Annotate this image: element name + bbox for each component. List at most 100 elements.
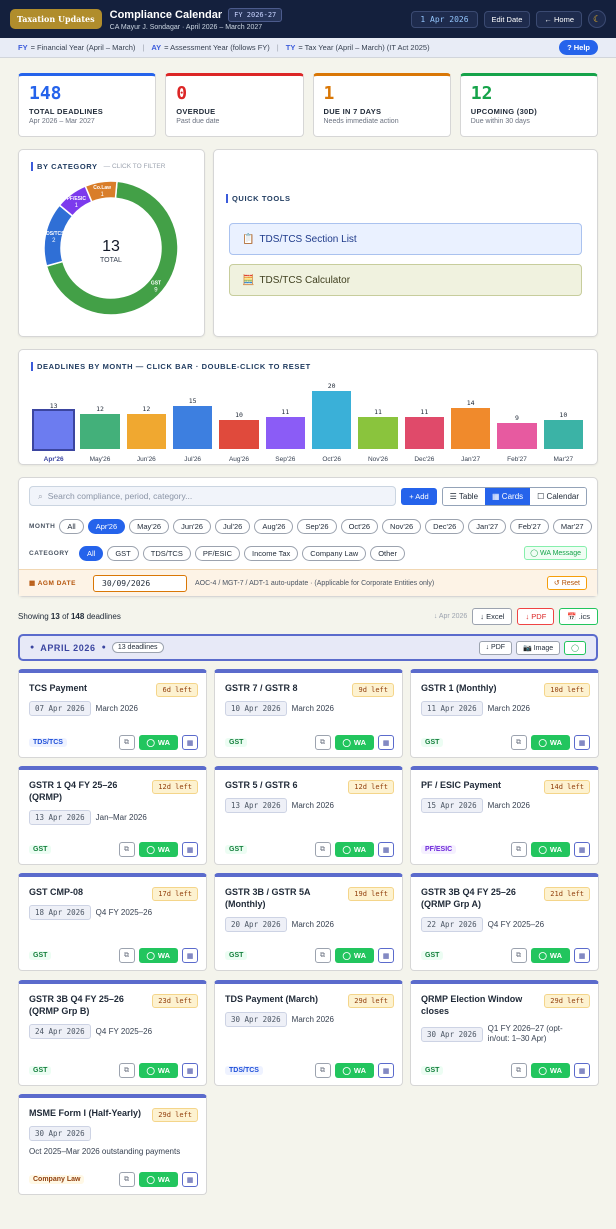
whatsapp-share-button[interactable]: ◯ WA	[138, 735, 178, 750]
month-chip[interactable]: All	[59, 518, 84, 534]
category-donut-chart[interactable]: GST9TDS/TCS2PF/ESIC1Co.Law113TOTAL	[31, 173, 194, 323]
deadline-card[interactable]: GSTR 1 Q4 FY 25–26 (QRMP) 12d left 13 Apr …	[18, 766, 207, 865]
month-chip[interactable]: Nov'26	[382, 518, 422, 534]
deadline-card[interactable]: QRMP Election Window closes 29d left 30 Ap…	[410, 980, 599, 1086]
export-ics-button[interactable]: 📅 .ics	[559, 607, 598, 625]
whatsapp-share-button[interactable]: ◯ WA	[334, 735, 374, 750]
month-bar[interactable]	[358, 417, 398, 449]
calendar-icon[interactable]: ▦	[378, 842, 394, 857]
kpi-overdue[interactable]: 0 OVERDUE Past due date	[165, 73, 304, 137]
deadline-card[interactable]: GSTR 5 / GSTR 6 12d left 13 Apr 2026 March …	[214, 766, 403, 865]
whatsapp-share-button[interactable]: ◯ WA	[138, 1172, 178, 1187]
copy-icon[interactable]: ⧉	[118, 1063, 135, 1078]
category-chip[interactable]: PF/ESIC	[194, 545, 241, 561]
deadline-card[interactable]: GSTR 1 (Monthly) 10d left 11 Apr 2026 March…	[410, 669, 599, 758]
calendar-icon[interactable]: ▦	[378, 735, 394, 750]
calendar-view-button[interactable]: ☐ Calendar	[530, 487, 586, 505]
deadline-card[interactable]: TCS Payment 6d left 07 Apr 2026 March 2026 T…	[18, 669, 207, 758]
search-input[interactable]: ⌕ Search compliance, period, category...	[29, 486, 397, 506]
table-view-button[interactable]: ☰ Table	[442, 487, 486, 505]
calendar-icon[interactable]: ▦	[182, 948, 198, 963]
month-bar[interactable]	[126, 414, 166, 449]
month-chip[interactable]: Dec'26	[425, 518, 465, 534]
month-bar[interactable]	[219, 420, 259, 449]
copy-icon[interactable]: ⧉	[510, 735, 527, 750]
copy-icon[interactable]: ⧉	[118, 1172, 135, 1187]
calendar-icon[interactable]: ▦	[182, 1172, 198, 1187]
deadline-card[interactable]: TDS Payment (March) 29d left 30 Apr 2026 Ma…	[214, 980, 403, 1086]
help-button[interactable]: ? Help	[559, 40, 598, 55]
month-chip[interactable]: Jan'27	[468, 518, 507, 534]
month-bar[interactable]	[312, 391, 352, 449]
calendar-icon[interactable]: ▦	[378, 948, 394, 963]
calendar-icon[interactable]: ▦	[182, 735, 198, 750]
brand-logo[interactable]: Taxation Updates	[10, 9, 102, 29]
copy-icon[interactable]: ⧉	[314, 948, 331, 963]
copy-icon[interactable]: ⧉	[314, 842, 331, 857]
export-excel-button[interactable]: ↓ Excel	[472, 607, 513, 625]
calendar-icon[interactable]: ▦	[378, 1063, 394, 1078]
category-chip[interactable]: GST	[107, 545, 139, 561]
month-bar[interactable]	[543, 420, 583, 449]
deadline-card[interactable]: GSTR 3B Q4 FY 25–26 (QRMP Grp B) 23d left…	[18, 980, 207, 1086]
whatsapp-share-button[interactable]: ◯ WA	[530, 735, 570, 750]
copy-icon[interactable]: ⧉	[314, 1063, 331, 1078]
deadline-card[interactable]: GSTR 3B / GSTR 5A (Monthly) 19d left 20 Ap…	[214, 873, 403, 971]
deadline-card[interactable]: PF / ESIC Payment 14d left 15 Apr 2026 Marc…	[410, 766, 599, 865]
agm-date-input[interactable]: 30/09/2026	[93, 574, 187, 592]
copy-icon[interactable]: ⧉	[510, 1063, 527, 1078]
month-chip[interactable]: Jul'26	[214, 518, 251, 534]
calendar-icon[interactable]: ▦	[574, 948, 590, 963]
month-chip[interactable]: Jun'26	[173, 518, 211, 534]
whatsapp-share-button[interactable]: ◯ WA	[530, 1063, 570, 1078]
month-chip[interactable]: Mar'27	[552, 518, 592, 534]
cards-view-button[interactable]: ▦ Cards	[485, 487, 531, 505]
calendar-icon[interactable]: ▦	[182, 1063, 198, 1078]
month-chip[interactable]: Apr'26	[87, 518, 126, 534]
kpi-due-7-days[interactable]: 1 DUE IN 7 DAYS Needs immediate action	[312, 73, 451, 137]
month-bar[interactable]	[80, 414, 120, 449]
calendar-icon[interactable]: ▦	[574, 735, 590, 750]
copy-icon[interactable]: ⧉	[510, 948, 527, 963]
whatsapp-share-button[interactable]: ◯ WA	[334, 1063, 374, 1078]
month-bar[interactable]	[173, 405, 213, 449]
copy-icon[interactable]: ⧉	[118, 948, 135, 963]
moon-icon[interactable]: ☾	[588, 10, 606, 28]
copy-icon[interactable]: ⧉	[510, 842, 527, 857]
copy-icon[interactable]: ⧉	[314, 735, 331, 750]
category-chip[interactable]: Company Law	[302, 545, 367, 561]
month-chip[interactable]: May'26	[129, 518, 170, 534]
kpi-upcoming[interactable]: 12 UPCOMING (30D) Due within 30 days	[459, 73, 598, 137]
deadline-card[interactable]: GSTR 3B Q4 FY 25–26 (QRMP Grp A) 21d left…	[410, 873, 599, 971]
category-chip[interactable]: Other	[370, 545, 405, 561]
wa-message-button[interactable]: ◯ WA Message	[524, 546, 587, 560]
month-chip[interactable]: Oct'26	[340, 518, 379, 534]
edit-date-button[interactable]: Edit Date	[483, 10, 531, 28]
month-bar[interactable]	[404, 417, 444, 449]
month-bar[interactable]	[451, 408, 491, 449]
whatsapp-share-button[interactable]: ◯ WA	[530, 948, 570, 963]
whatsapp-share-button[interactable]: ◯ WA	[530, 842, 570, 857]
copy-icon[interactable]: ⧉	[118, 735, 135, 750]
deadline-card[interactable]: MSME Form I (Half-Yearly) 29d left 30 Apr …	[18, 1094, 207, 1195]
add-button[interactable]: + Add	[401, 487, 437, 505]
category-chip[interactable]: Income Tax	[244, 545, 299, 561]
month-chip[interactable]: Aug'26	[254, 518, 294, 534]
kpi-total[interactable]: 148 TOTAL DEADLINES Apr 2026 – Mar 2027	[18, 73, 157, 137]
month-bar[interactable]	[265, 417, 305, 449]
category-chip[interactable]: TDS/TCS	[142, 545, 191, 561]
month-bar[interactable]	[497, 422, 537, 449]
tds-calculator-button[interactable]: 🧮 TDS/TCS Calculator	[229, 264, 582, 296]
whatsapp-share-button[interactable]: ◯ WA	[138, 1063, 178, 1078]
month-chip[interactable]: Feb'27	[510, 518, 549, 534]
whatsapp-share-button[interactable]: ◯ WA	[138, 842, 178, 857]
deadline-card[interactable]: GSTR 7 / GSTR 8 9d left 10 Apr 2026 March 2…	[214, 669, 403, 758]
deadline-card[interactable]: GST CMP-08 17d left 18 Apr 2026 Q4 FY 2025–…	[18, 873, 207, 971]
month-bar[interactable]	[31, 409, 76, 451]
whatsapp-share-button[interactable]: ◯ WA	[138, 948, 178, 963]
category-chip[interactable]: All	[79, 545, 104, 561]
tds-section-list-button[interactable]: 📋 TDS/TCS Section List	[229, 223, 582, 255]
whatsapp-icon[interactable]: ◯	[564, 640, 586, 655]
month-image-button[interactable]: 📷 Image	[516, 640, 561, 655]
calendar-icon[interactable]: ▦	[182, 842, 198, 857]
